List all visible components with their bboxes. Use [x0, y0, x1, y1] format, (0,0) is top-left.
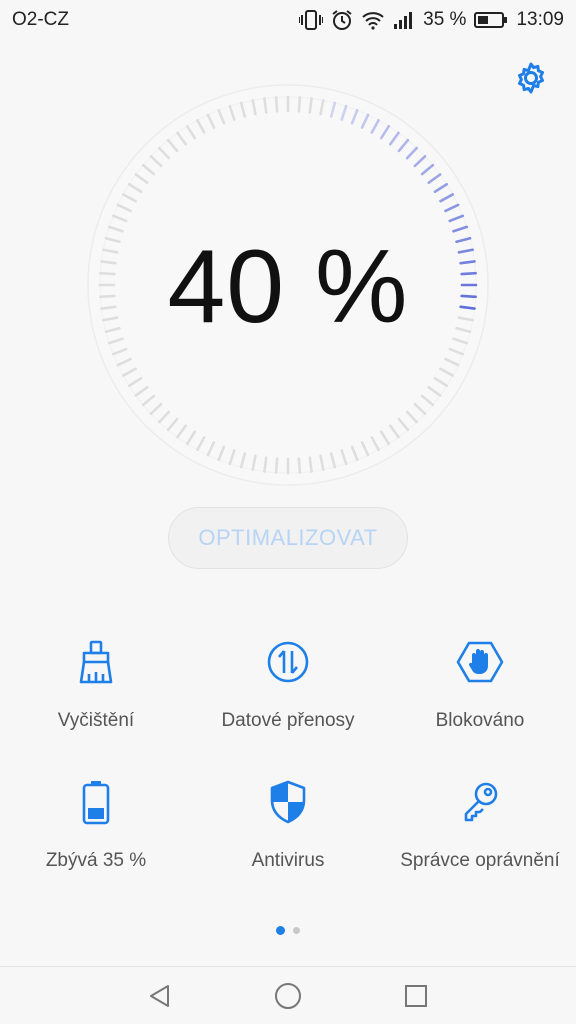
score-value: 40 % [167, 228, 409, 345]
tile-data-transfer-label: Datové přenosy [221, 710, 355, 731]
page-dot [276, 926, 285, 935]
page-dot [293, 927, 300, 934]
shield-icon [260, 774, 316, 830]
settings-button[interactable] [513, 60, 549, 96]
battery-percent: 35 % [423, 9, 467, 30]
blocked-hand-icon [452, 634, 508, 690]
data-transfer-icon [260, 634, 316, 690]
phone-manager-screen: O2-CZ 35 % 13:09 40 % OPTIMALIZOVAT Vyči… [0, 0, 576, 1024]
back-button[interactable] [128, 967, 192, 1024]
home-button[interactable] [256, 967, 320, 1024]
tile-antivirus-label: Antivirus [251, 850, 325, 871]
tile-battery-label: Zbývá 35 % [45, 850, 147, 871]
back-icon [150, 985, 169, 1007]
carrier-name: O2-CZ [12, 9, 69, 30]
optimize-button[interactable]: OPTIMALIZOVAT [168, 507, 408, 569]
recents-icon [405, 985, 427, 1007]
broom-icon [68, 634, 124, 690]
wifi-icon [361, 10, 385, 30]
home-icon [275, 983, 301, 1009]
gear-icon [518, 62, 544, 94]
tile-blocked-label: Blokováno [435, 710, 525, 731]
battery-icon [474, 11, 508, 29]
tile-blocked[interactable]: Blokováno [384, 620, 576, 750]
tile-antivirus[interactable]: Antivirus [192, 760, 384, 890]
vibrate-icon [299, 9, 324, 31]
tile-permissions-label: Správce oprávnění [400, 850, 560, 871]
status-icons: 35 % 13:09 [299, 9, 564, 31]
navigation-bar [0, 966, 576, 1024]
page-indicator [0, 926, 576, 935]
optimization-gauge: 40 % [85, 82, 491, 488]
tile-battery[interactable]: Zbývá 35 % [0, 760, 192, 890]
signal-icon [393, 10, 415, 30]
key-icon [452, 774, 508, 830]
tile-cleanup-label: Vyčištění [57, 710, 135, 731]
alarm-icon [331, 9, 353, 31]
battery-tile-icon [68, 774, 124, 830]
tile-cleanup[interactable]: Vyčištění [0, 620, 192, 750]
recents-button[interactable] [384, 967, 448, 1024]
tile-permissions[interactable]: Správce oprávnění [384, 760, 576, 890]
tile-data-transfer[interactable]: Datové přenosy [192, 620, 384, 750]
clock: 13:09 [516, 9, 564, 30]
status-bar: O2-CZ 35 % 13:09 [0, 0, 576, 40]
